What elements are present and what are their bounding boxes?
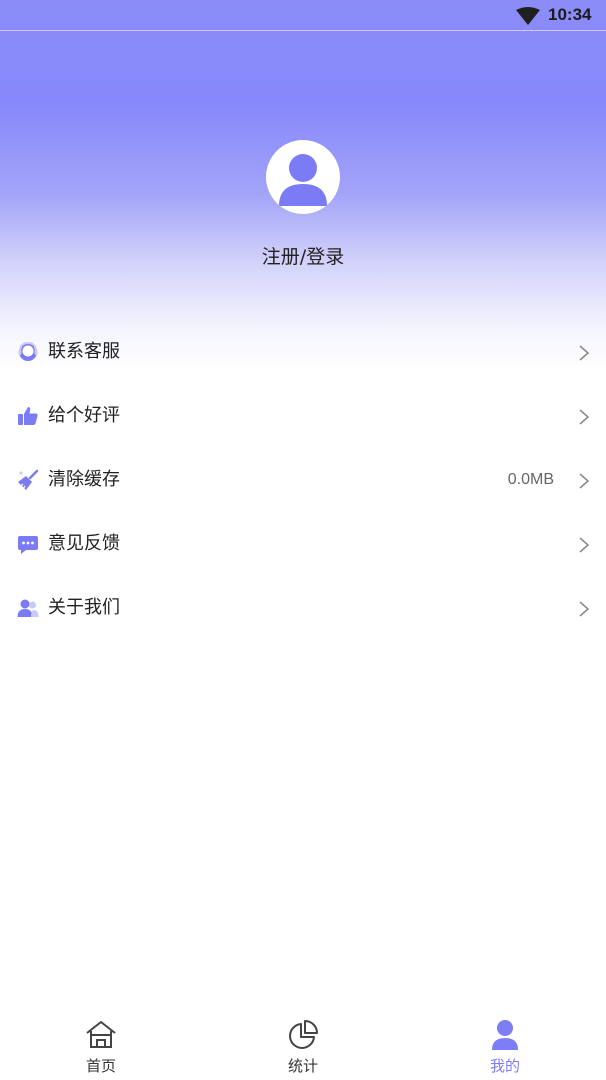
tab-label: 首页 — [85, 1057, 116, 1075]
tab-home[interactable]: 首页 — [0, 1008, 202, 1080]
customer-service-icon — [17, 341, 39, 363]
broom-icon — [17, 469, 39, 491]
settings-menu: 联系客服 给个好评 清除缓存 0.0MB 意见反馈 关于我们 — [0, 320, 606, 640]
menu-item-clear-cache[interactable]: 清除缓存 0.0MB — [0, 448, 606, 512]
avatar-person-icon — [279, 154, 327, 206]
bottom-tab-bar: 首页 统计 我的 — [0, 1008, 606, 1080]
menu-item-rate-us[interactable]: 给个好评 — [0, 384, 606, 448]
home-icon — [84, 1018, 118, 1052]
chevron-right-icon — [579, 345, 590, 361]
login-register-link[interactable]: 注册/登录 — [0, 242, 606, 269]
menu-item-label: 清除缓存 — [48, 469, 120, 490]
menu-item-customer-service[interactable]: 联系客服 — [0, 320, 606, 384]
tab-statistics[interactable]: 统计 — [202, 1008, 404, 1080]
menu-item-label: 给个好评 — [48, 405, 120, 426]
chevron-right-icon — [579, 473, 590, 489]
menu-item-label: 联系客服 — [48, 341, 120, 362]
status-bar: 10:34 — [0, 0, 606, 31]
avatar[interactable] — [266, 140, 340, 214]
chevron-right-icon — [579, 409, 590, 425]
menu-item-label: 关于我们 — [48, 597, 120, 618]
chat-bubble-icon — [17, 533, 39, 555]
menu-item-feedback[interactable]: 意见反馈 — [0, 512, 606, 576]
users-icon — [17, 597, 39, 619]
person-icon — [488, 1018, 522, 1052]
tab-label: 统计 — [287, 1057, 318, 1075]
chevron-right-icon — [579, 537, 590, 553]
menu-item-label: 意见反馈 — [48, 533, 120, 554]
thumbs-up-icon — [17, 405, 39, 427]
tab-label: 我的 — [489, 1057, 520, 1075]
pie-chart-icon — [286, 1018, 320, 1052]
menu-item-about-us[interactable]: 关于我们 — [0, 576, 606, 640]
tab-mine[interactable]: 我的 — [404, 1008, 606, 1080]
wifi-icon — [516, 7, 540, 25]
status-time: 10:34 — [548, 5, 592, 24]
cache-size-value: 0.0MB — [507, 471, 554, 488]
chevron-right-icon — [579, 601, 590, 617]
